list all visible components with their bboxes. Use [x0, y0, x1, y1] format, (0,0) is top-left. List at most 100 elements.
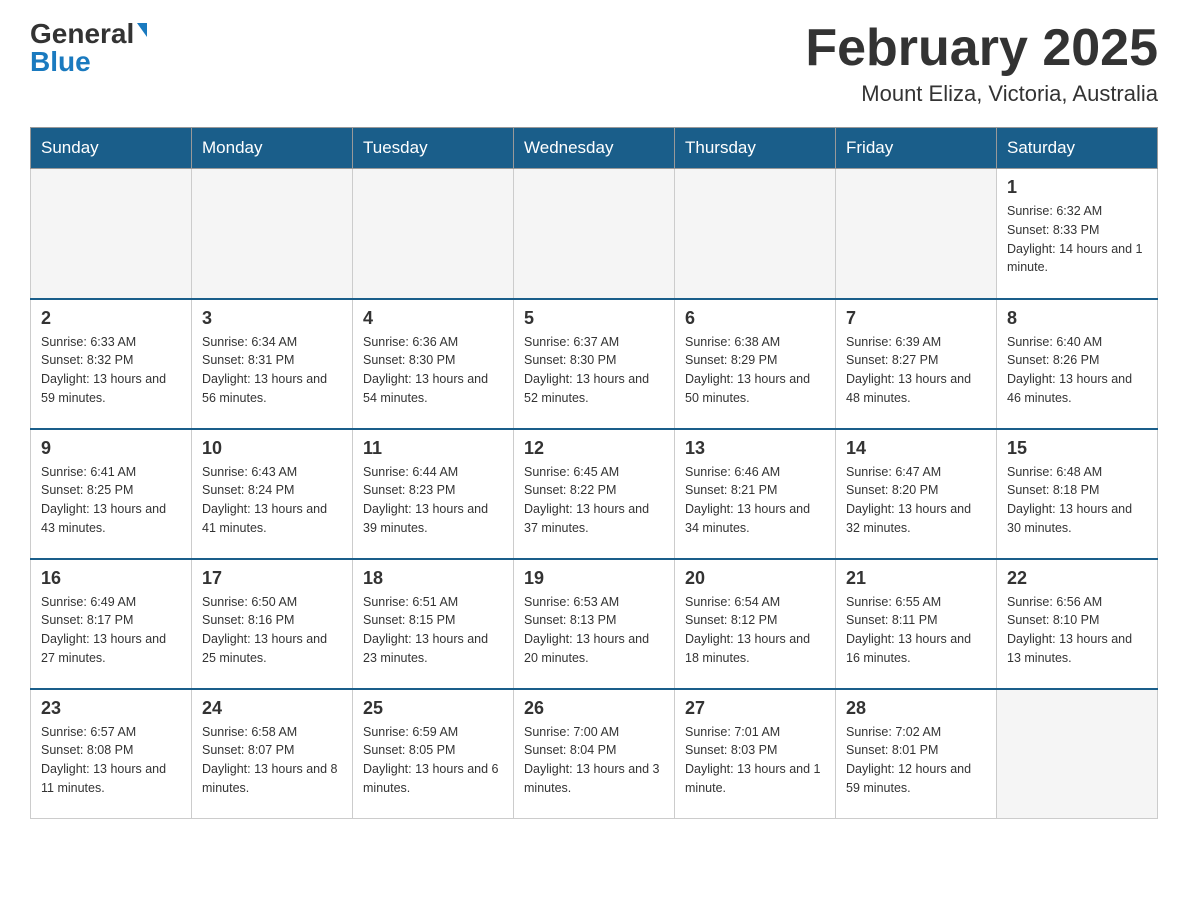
- day-number: 13: [685, 438, 825, 459]
- calendar-week-row: 1 Sunrise: 6:32 AMSunset: 8:33 PMDaylight…: [31, 169, 1158, 299]
- table-row: 9 Sunrise: 6:41 AMSunset: 8:25 PMDaylight…: [31, 429, 192, 559]
- day-number: 3: [202, 308, 342, 329]
- day-number: 20: [685, 568, 825, 589]
- day-info: Sunrise: 6:48 AMSunset: 8:18 PMDaylight:…: [1007, 463, 1147, 538]
- table-row: 25Sunrise: 6:59 AMSunset: 8:05 PMDayligh…: [353, 689, 514, 819]
- day-info: Sunrise: 6:58 AMSunset: 8:07 PMDaylight:…: [202, 723, 342, 798]
- day-number: 27: [685, 698, 825, 719]
- title-block: February 2025 Mount Eliza, Victoria, Aus…: [805, 20, 1158, 107]
- day-info: Sunrise: 6:50 AMSunset: 8:16 PMDaylight:…: [202, 593, 342, 668]
- day-info: Sunrise: 6:53 AMSunset: 8:13 PMDaylight:…: [524, 593, 664, 668]
- day-number: 11: [363, 438, 503, 459]
- day-info: Sunrise: 6:41 AMSunset: 8:25 PMDaylight:…: [41, 463, 181, 538]
- table-row: 28Sunrise: 7:02 AMSunset: 8:01 PMDayligh…: [836, 689, 997, 819]
- table-row: [192, 169, 353, 299]
- page-header: General Blue February 2025 Mount Eliza, …: [30, 20, 1158, 107]
- day-number: 14: [846, 438, 986, 459]
- day-info: Sunrise: 7:01 AMSunset: 8:03 PMDaylight:…: [685, 723, 825, 798]
- table-row: 13 Sunrise: 6:46 AMSunset: 8:21 PMDayligh…: [675, 429, 836, 559]
- day-number: 12: [524, 438, 664, 459]
- table-row: [836, 169, 997, 299]
- calendar-week-row: 9 Sunrise: 6:41 AMSunset: 8:25 PMDaylight…: [31, 429, 1158, 559]
- header-tuesday: Tuesday: [353, 128, 514, 169]
- calendar-week-row: 23 Sunrise: 6:57 AMSunset: 8:08 PMDayligh…: [31, 689, 1158, 819]
- table-row: 6 Sunrise: 6:38 AMSunset: 8:29 PMDaylight…: [675, 299, 836, 429]
- day-number: 26: [524, 698, 664, 719]
- table-row: 22Sunrise: 6:56 AMSunset: 8:10 PMDayligh…: [997, 559, 1158, 689]
- day-info: Sunrise: 6:33 AMSunset: 8:32 PMDaylight:…: [41, 333, 181, 408]
- day-info: Sunrise: 6:34 AMSunset: 8:31 PMDaylight:…: [202, 333, 342, 408]
- day-info: Sunrise: 6:39 AMSunset: 8:27 PMDaylight:…: [846, 333, 986, 408]
- day-info: Sunrise: 6:37 AMSunset: 8:30 PMDaylight:…: [524, 333, 664, 408]
- day-info: Sunrise: 6:55 AMSunset: 8:11 PMDaylight:…: [846, 593, 986, 668]
- day-info: Sunrise: 6:47 AMSunset: 8:20 PMDaylight:…: [846, 463, 986, 538]
- table-row: [675, 169, 836, 299]
- day-info: Sunrise: 6:51 AMSunset: 8:15 PMDaylight:…: [363, 593, 503, 668]
- header-thursday: Thursday: [675, 128, 836, 169]
- day-number: 21: [846, 568, 986, 589]
- logo-blue-text: Blue: [30, 48, 91, 76]
- day-number: 9: [41, 438, 181, 459]
- table-row: 3 Sunrise: 6:34 AMSunset: 8:31 PMDaylight…: [192, 299, 353, 429]
- day-info: Sunrise: 6:44 AMSunset: 8:23 PMDaylight:…: [363, 463, 503, 538]
- day-number: 16: [41, 568, 181, 589]
- table-row: 10Sunrise: 6:43 AMSunset: 8:24 PMDayligh…: [192, 429, 353, 559]
- table-row: [31, 169, 192, 299]
- day-number: 18: [363, 568, 503, 589]
- day-info: Sunrise: 6:38 AMSunset: 8:29 PMDaylight:…: [685, 333, 825, 408]
- day-info: Sunrise: 6:32 AMSunset: 8:33 PMDaylight:…: [1007, 202, 1147, 277]
- day-info: Sunrise: 6:46 AMSunset: 8:21 PMDaylight:…: [685, 463, 825, 538]
- table-row: [514, 169, 675, 299]
- table-row: 4 Sunrise: 6:36 AMSunset: 8:30 PMDaylight…: [353, 299, 514, 429]
- table-row: 20Sunrise: 6:54 AMSunset: 8:12 PMDayligh…: [675, 559, 836, 689]
- header-monday: Monday: [192, 128, 353, 169]
- day-info: Sunrise: 6:49 AMSunset: 8:17 PMDaylight:…: [41, 593, 181, 668]
- logo: General Blue: [30, 20, 147, 76]
- page-title: February 2025: [805, 20, 1158, 77]
- day-number: 4: [363, 308, 503, 329]
- day-info: Sunrise: 7:00 AMSunset: 8:04 PMDaylight:…: [524, 723, 664, 798]
- day-info: Sunrise: 7:02 AMSunset: 8:01 PMDaylight:…: [846, 723, 986, 798]
- table-row: 17 Sunrise: 6:50 AMSunset: 8:16 PMDayligh…: [192, 559, 353, 689]
- day-number: 15: [1007, 438, 1147, 459]
- calendar-table: Sunday Monday Tuesday Wednesday Thursday…: [30, 127, 1158, 819]
- logo-arrow-icon: [137, 23, 147, 37]
- table-row: 11 Sunrise: 6:44 AMSunset: 8:23 PMDayligh…: [353, 429, 514, 559]
- table-row: 26 Sunrise: 7:00 AMSunset: 8:04 PMDayligh…: [514, 689, 675, 819]
- calendar-week-row: 16 Sunrise: 6:49 AMSunset: 8:17 PMDayligh…: [31, 559, 1158, 689]
- table-row: [353, 169, 514, 299]
- table-row: 21 Sunrise: 6:55 AMSunset: 8:11 PMDayligh…: [836, 559, 997, 689]
- table-row: [997, 689, 1158, 819]
- calendar-header-row: Sunday Monday Tuesday Wednesday Thursday…: [31, 128, 1158, 169]
- table-row: 1 Sunrise: 6:32 AMSunset: 8:33 PMDaylight…: [997, 169, 1158, 299]
- header-friday: Friday: [836, 128, 997, 169]
- day-info: Sunrise: 6:57 AMSunset: 8:08 PMDaylight:…: [41, 723, 181, 798]
- table-row: 7 Sunrise: 6:39 AMSunset: 8:27 PMDaylight…: [836, 299, 997, 429]
- day-number: 23: [41, 698, 181, 719]
- day-number: 19: [524, 568, 664, 589]
- day-number: 2: [41, 308, 181, 329]
- table-row: 24Sunrise: 6:58 AMSunset: 8:07 PMDayligh…: [192, 689, 353, 819]
- header-sunday: Sunday: [31, 128, 192, 169]
- table-row: 16 Sunrise: 6:49 AMSunset: 8:17 PMDayligh…: [31, 559, 192, 689]
- day-info: Sunrise: 6:36 AMSunset: 8:30 PMDaylight:…: [363, 333, 503, 408]
- table-row: 19 Sunrise: 6:53 AMSunset: 8:13 PMDayligh…: [514, 559, 675, 689]
- table-row: 2 Sunrise: 6:33 AMSunset: 8:32 PMDaylight…: [31, 299, 192, 429]
- table-row: 27 Sunrise: 7:01 AMSunset: 8:03 PMDayligh…: [675, 689, 836, 819]
- day-number: 22: [1007, 568, 1147, 589]
- day-number: 1: [1007, 177, 1147, 198]
- day-info: Sunrise: 6:45 AMSunset: 8:22 PMDaylight:…: [524, 463, 664, 538]
- table-row: 8Sunrise: 6:40 AMSunset: 8:26 PMDaylight…: [997, 299, 1158, 429]
- day-number: 5: [524, 308, 664, 329]
- day-number: 6: [685, 308, 825, 329]
- day-number: 7: [846, 308, 986, 329]
- table-row: 5 Sunrise: 6:37 AMSunset: 8:30 PMDaylight…: [514, 299, 675, 429]
- day-number: 17: [202, 568, 342, 589]
- table-row: 23 Sunrise: 6:57 AMSunset: 8:08 PMDayligh…: [31, 689, 192, 819]
- day-number: 10: [202, 438, 342, 459]
- table-row: 15 Sunrise: 6:48 AMSunset: 8:18 PMDayligh…: [997, 429, 1158, 559]
- table-row: 12 Sunrise: 6:45 AMSunset: 8:22 PMDayligh…: [514, 429, 675, 559]
- logo-general-text: General: [30, 20, 134, 48]
- table-row: 14 Sunrise: 6:47 AMSunset: 8:20 PMDayligh…: [836, 429, 997, 559]
- calendar-week-row: 2 Sunrise: 6:33 AMSunset: 8:32 PMDaylight…: [31, 299, 1158, 429]
